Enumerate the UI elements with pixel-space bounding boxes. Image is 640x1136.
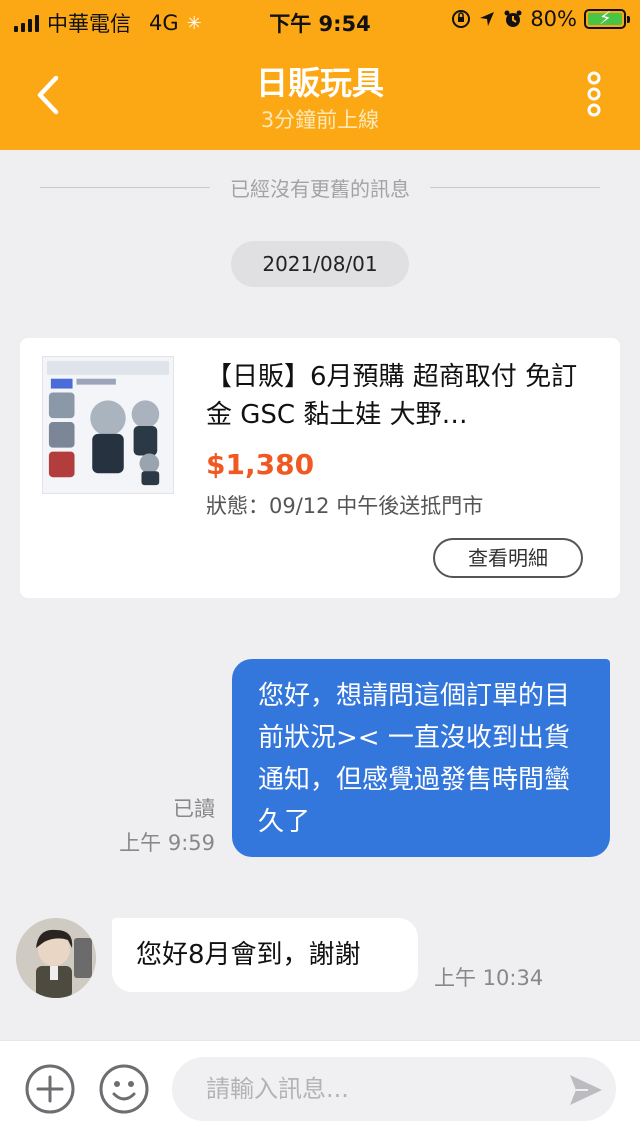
send-icon[interactable] <box>568 1073 604 1107</box>
divider-line <box>40 186 210 188</box>
message-timestamp: 上午 9:59 <box>119 831 215 855</box>
status-bar-right: 80% ⚡ <box>451 7 630 31</box>
date-separator: 2021/08/01 <box>231 241 409 287</box>
chat-title: 日販玩具 <box>255 64 384 102</box>
incoming-message-bubble: 您好8月會到，謝謝 <box>112 918 418 992</box>
read-receipt: 已讀 <box>173 797 215 821</box>
no-older-messages-text: 已經沒有更舊的訊息 <box>230 176 410 201</box>
message-input[interactable] <box>172 1057 616 1121</box>
product-price: $1,380 <box>206 448 315 481</box>
outgoing-message-bubble: 您好，想請問這個訂單的目前狀況>< 一直沒收到出貨通知，但感覺過發售時間蠻久了 <box>232 659 610 857</box>
more-vertical-icon[interactable] <box>582 70 606 118</box>
order-card[interactable]: 【日販】6月預購 超商取付 免訂金 GSC 黏土娃 大野… $1,380 狀態：… <box>20 338 620 598</box>
seller-avatar[interactable] <box>16 918 96 998</box>
battery-icon: ⚡ <box>584 8 630 29</box>
chat-header: 日販玩具 3分鐘前上線 <box>0 40 640 150</box>
view-details-button[interactable]: 查看明細 <box>433 538 583 578</box>
alarm-icon <box>504 10 522 27</box>
message-timestamp: 上午 10:34 <box>434 966 544 990</box>
order-status: 狀態：09/12 中午後送抵門市 <box>206 494 484 518</box>
location-icon <box>480 12 495 26</box>
message-input-bar <box>0 1040 640 1136</box>
divider-line <box>430 186 600 188</box>
no-older-messages-divider: 已經沒有更舊的訊息 <box>40 172 600 202</box>
status-bar: 中華電信 4G ✳ 下午 9:54 80% ⚡ <box>0 0 640 40</box>
product-thumbnail <box>42 356 174 494</box>
battery-percent: 80% <box>530 7 577 31</box>
product-title: 【日販】6月預購 超商取付 免訂金 GSC 黏土娃 大野… <box>206 362 578 430</box>
plus-circle-icon[interactable] <box>24 1063 76 1115</box>
online-status: 3分鐘前上線 <box>260 108 380 132</box>
smiley-icon[interactable] <box>98 1063 150 1115</box>
rotation-lock-icon <box>452 10 471 28</box>
